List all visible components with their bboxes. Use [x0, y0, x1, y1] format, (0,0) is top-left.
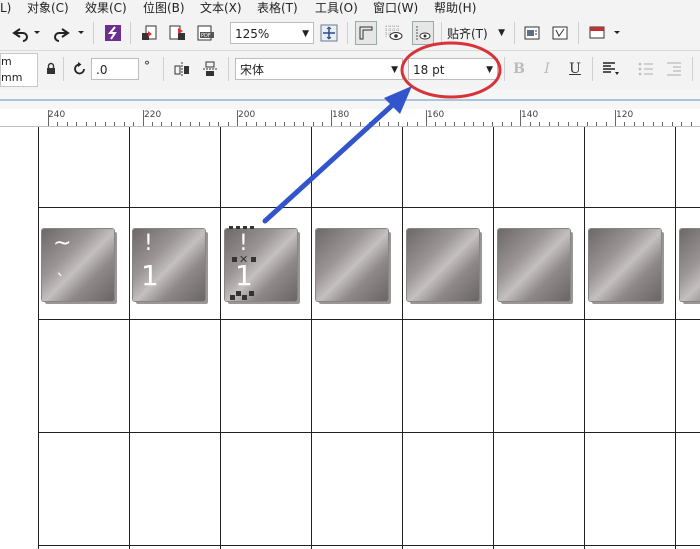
annotation-arrow	[262, 97, 401, 224]
annotation-overlay	[262, 41, 502, 224]
highlight-ellipse	[400, 41, 502, 99]
